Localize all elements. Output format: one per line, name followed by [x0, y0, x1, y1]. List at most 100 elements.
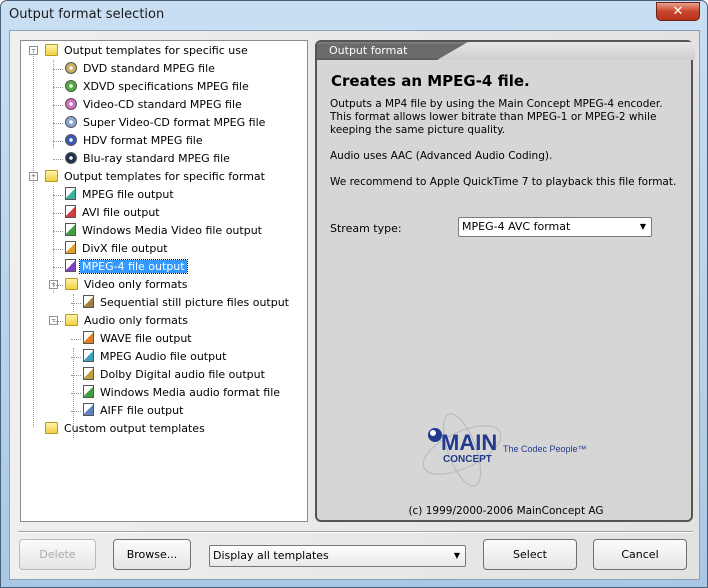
tree-item-label: Dolby Digital audio file output — [100, 368, 265, 381]
disc-icon — [65, 80, 77, 92]
tree-item[interactable]: Video-CD standard MPEG file — [65, 96, 244, 114]
stream-type-select[interactable]: MPEG-4 AVC format ▼ — [458, 217, 652, 237]
tree-item[interactable]: DVD standard MPEG file — [65, 60, 217, 78]
template-tree[interactable]: – Output templates for specific use DVD st… — [20, 40, 308, 522]
tree-connector — [53, 159, 63, 160]
file-icon — [83, 403, 94, 416]
file-icon — [83, 385, 94, 398]
tree-item-label: MPEG-4 file output — [79, 259, 188, 274]
file-icon — [83, 349, 94, 362]
dialog-client: – Output templates for specific use DVD st… — [9, 30, 700, 580]
cancel-button[interactable]: Cancel — [593, 539, 687, 570]
chevron-down-icon: ▼ — [453, 551, 460, 560]
tree-item-label: HDV format MPEG file — [83, 134, 203, 147]
divider — [18, 531, 693, 533]
logo-concept: CONCEPT — [443, 454, 492, 465]
tree-connector — [53, 285, 63, 286]
recommend-text: We recommend to Apple QuickTime 7 to pla… — [330, 176, 677, 188]
file-icon — [83, 295, 94, 308]
tree-connector — [53, 123, 63, 124]
folder-icon — [45, 44, 58, 56]
tree-item-label: Output templates for specific use — [64, 44, 248, 57]
tree-item-label: Video only formats — [84, 278, 188, 291]
panel-tab-title: Output format — [317, 44, 478, 58]
tree-item[interactable]: DivX file output — [65, 240, 170, 258]
tree-connector — [53, 60, 54, 149]
tree-item[interactable]: MPEG file output — [65, 186, 176, 204]
tree-connector — [53, 141, 63, 142]
folder-icon — [45, 170, 58, 182]
tree-item[interactable]: WAVE file output — [83, 330, 194, 348]
tree-item-label: DVD standard MPEG file — [83, 62, 215, 75]
file-icon — [65, 241, 76, 254]
tree-connector — [71, 339, 81, 340]
template-filter-select[interactable]: Display all templates ▼ — [209, 545, 466, 567]
tree-item-label: AVI file output — [82, 206, 160, 219]
format-heading: Creates an MPEG-4 file. — [331, 72, 530, 90]
tree-connector — [53, 213, 63, 214]
disc-icon — [65, 116, 77, 128]
logo-main: MAIN — [441, 430, 497, 455]
tree-item[interactable]: Output templates for specific use — [45, 42, 250, 60]
tree-item[interactable]: Windows Media Video file output — [65, 222, 264, 240]
tree-item[interactable]: Video only formats — [65, 276, 190, 294]
tree-connector — [53, 87, 63, 88]
tree-connector — [33, 51, 34, 427]
tree-item[interactable]: Dolby Digital audio file output — [83, 366, 267, 384]
tree-connector — [53, 321, 63, 322]
tree-connector — [53, 231, 63, 232]
folder-icon — [45, 422, 58, 434]
tree-item[interactable]: AIFF file output — [83, 402, 185, 420]
stream-type-label: Stream type: — [330, 222, 402, 235]
tree-item-label: MPEG Audio file output — [100, 350, 227, 363]
tree-item[interactable]: Output templates for specific format — [45, 168, 267, 186]
tree-item[interactable]: AVI file output — [65, 204, 162, 222]
template-filter-value: Display all templates — [213, 549, 329, 562]
disc-icon — [65, 152, 77, 164]
tree-item-label: Sequential still picture files output — [100, 296, 289, 309]
tree-item-label: MPEG file output — [82, 188, 174, 201]
delete-button[interactable]: Delete — [19, 539, 96, 570]
tree-item-label: AIFF file output — [100, 404, 184, 417]
disc-icon — [65, 98, 77, 110]
logo-tagline: The Codec People™ — [503, 444, 587, 454]
close-icon: ✕ — [672, 4, 684, 19]
tree-item-label: WAVE file output — [100, 332, 192, 345]
file-icon — [83, 331, 94, 344]
dialog-window: Output format selection ✕ – Output templa… — [0, 0, 708, 588]
mainconcept-logo: MAIN CONCEPT The Codec People™ — [422, 413, 587, 487]
tree-connector — [53, 105, 63, 106]
format-description: Outputs a MP4 file by using the Main Con… — [330, 98, 680, 202]
tree-item[interactable]: Windows Media audio format file — [83, 384, 282, 402]
tree-item-label: Video-CD standard MPEG file — [83, 98, 242, 111]
file-icon — [65, 187, 76, 200]
tree-item[interactable]: HDV format MPEG file — [65, 132, 205, 150]
tree-item-label: Windows Media audio format file — [100, 386, 281, 399]
tree-item-label: Windows Media Video file output — [82, 224, 262, 237]
folder-icon — [65, 314, 78, 326]
tree-connector — [53, 186, 54, 293]
tree-item[interactable]: MPEG Audio file output — [83, 348, 228, 366]
tree-item[interactable]: XDVD specifications MPEG file — [65, 78, 251, 96]
tree-connector — [73, 348, 74, 438]
select-button[interactable]: Select — [483, 539, 577, 570]
tree-item[interactable]: Blu-ray standard MPEG file — [65, 150, 232, 168]
tree-item[interactable]: Super Video-CD format MPEG file — [65, 114, 267, 132]
file-icon — [65, 205, 76, 218]
disc-icon — [65, 62, 77, 74]
tree-item-label: DivX file output — [82, 242, 168, 255]
output-format-panel: Output format Creates an MPEG-4 file. Ou… — [315, 40, 695, 522]
stream-type-value: MPEG-4 AVC format — [462, 220, 571, 233]
file-icon — [65, 223, 76, 236]
tree-item-label: Blu-ray standard MPEG file — [83, 152, 230, 165]
tree-item[interactable]: MPEG-4 file output — [65, 258, 188, 276]
panel-header: Output format — [317, 42, 695, 60]
tree-item-label: Output templates for specific format — [64, 170, 265, 183]
tree-item[interactable]: Audio only formats — [65, 312, 190, 330]
tree-item[interactable]: Custom output templates — [45, 420, 207, 438]
tree-item-label: XDVD specifications MPEG file — [83, 80, 249, 93]
browse-button[interactable]: Browse... — [113, 539, 191, 570]
close-button[interactable]: ✕ — [656, 2, 700, 21]
tree-connector — [53, 195, 63, 196]
tree-item[interactable]: Sequential still picture files output — [83, 294, 291, 312]
